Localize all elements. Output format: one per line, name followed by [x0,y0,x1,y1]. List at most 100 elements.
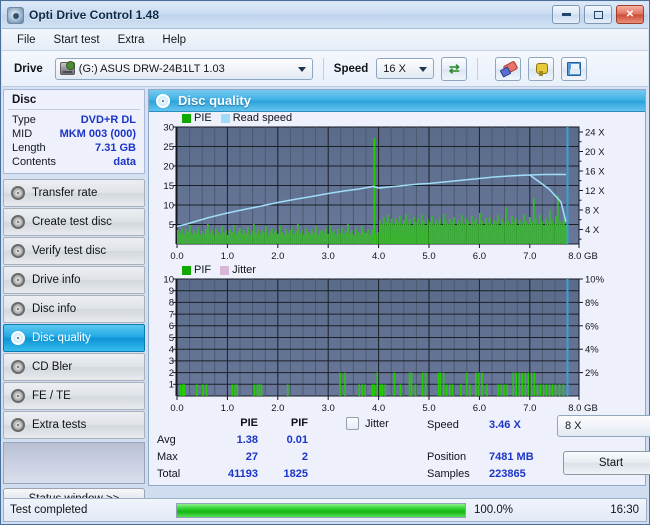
sidebar-item-fe-te[interactable]: FE / TE [3,382,145,410]
test-speed-value: 8 X [565,420,582,432]
stats-value-avg-pie: 1.38 [224,434,258,446]
sidebar-item-drive-info[interactable]: Drive info [3,266,145,294]
toolbar-divider-2 [477,58,478,80]
menu-item-file[interactable]: File [8,32,45,48]
speed-select[interactable]: 16 X [376,58,434,79]
svg-text:30: 30 [163,123,174,134]
svg-text:4%: 4% [585,345,599,356]
jitter-checkbox[interactable] [346,417,359,430]
menu-item-start-test[interactable]: Start test [45,32,109,48]
disc-quality-icon [156,94,170,108]
svg-text:8%: 8% [585,298,599,309]
legend-swatch-read-speed [221,114,230,123]
menu-item-extra[interactable]: Extra [109,32,154,48]
menu-bar: File Start test Extra Help [2,29,648,51]
disc-row-type: Type DVD+R DL [4,113,144,127]
disc-icon [11,360,25,374]
status-text: Test completed [4,504,176,516]
legend-swatch-pie [182,114,191,123]
stats-row-label-max: Max [157,451,178,463]
drive-label: Drive [14,63,43,75]
legend-entry-pie: PIE [182,112,212,124]
disc-icon [11,418,25,432]
disc-icon [11,331,25,345]
stats-value-max-pif: 2 [274,451,308,463]
start-button[interactable]: Start [563,451,650,475]
pif-chart-legend: PIF Jitter [182,264,256,276]
sidebar-item-label: CD Bler [32,361,72,373]
stats-value-max-pie: 27 [224,451,258,463]
refresh-button[interactable]: ⇄ [441,57,467,81]
svg-text:6: 6 [169,321,174,332]
sidebar-item-verify-test-disc[interactable]: Verify test disc [3,237,145,265]
disc-icon [11,389,25,403]
sidebar-item-extra-tests[interactable]: Extra tests [3,411,145,439]
minimize-button[interactable] [552,5,580,24]
save-button[interactable] [561,57,587,81]
save-icon [567,62,581,76]
optical-drive-icon [60,62,75,75]
sidebar-filler [3,442,145,484]
disc-icon [11,244,25,258]
svg-text:2: 2 [169,368,174,379]
svg-text:4: 4 [169,345,174,356]
svg-text:6.0: 6.0 [473,251,486,262]
disc-panel-divider [8,109,140,110]
disc-row-mid: MID MKM 003 (000) [4,127,144,141]
sidebar-item-disc-quality[interactable]: Disc quality [3,324,145,352]
sidebar-item-transfer-rate[interactable]: Transfer rate [3,179,145,207]
svg-text:0.0: 0.0 [170,251,183,262]
stats-speed-label: Speed [427,419,459,431]
sidebar-item-cd-bler[interactable]: CD Bler [3,353,145,381]
svg-text:2%: 2% [585,368,599,379]
sidebar-item-disc-info[interactable]: Disc info [3,295,145,323]
svg-text:4.0: 4.0 [372,251,385,262]
disc-quality-header: Disc quality [149,90,645,112]
settings-button[interactable] [528,57,554,81]
stats-value-total-pif: 1825 [267,468,308,480]
svg-text:3: 3 [169,356,174,367]
disc-icon [11,186,25,200]
status-bar: Test completed 100.0% 16:30 [3,498,647,522]
svg-text:3.0: 3.0 [322,251,335,262]
drive-select[interactable]: (G:) ASUS DRW-24B1LT 1.03 [55,58,313,80]
page-title: Disc quality [178,93,251,108]
clear-button[interactable] [495,57,521,81]
stats-samples-value: 223865 [489,468,547,480]
close-button[interactable]: ✕ [616,5,644,24]
legend-swatch-pif [182,266,191,275]
refresh-icon: ⇄ [449,62,460,75]
speed-select-value: 16 X [383,63,406,75]
test-speed-select[interactable]: 8 X [557,415,650,437]
pif-chart: PIF Jitter [149,264,645,416]
svg-text:5.0: 5.0 [422,251,435,262]
disc-value-type: DVD+R DL [81,114,136,126]
main-panel: Disc quality PIE Read speed [148,89,646,486]
disc-value-mid: MKM 003 (000) [60,128,136,140]
sidebar-item-label: Extra tests [32,419,86,431]
svg-text:2.0: 2.0 [271,251,284,262]
disc-key-type: Type [12,114,36,126]
sidebar-item-label: Disc quality [32,332,91,344]
sidebar-nav: Transfer rate Create test disc Verify te… [3,179,145,439]
svg-text:20 X: 20 X [585,147,605,158]
maximize-button[interactable] [584,5,612,24]
disc-value-contents: data [113,156,136,168]
stats-position-value: 7481 MB [489,451,547,463]
drive-select-value: (G:) ASUS DRW-24B1LT 1.03 [79,63,225,75]
stats-col-header-pie: PIE [224,417,258,429]
disc-panel-title: Disc [4,93,144,109]
sidebar-item-label: Verify test disc [32,245,106,257]
disc-value-length: 7.31 GB [95,142,136,154]
legend-entry-read-speed: Read speed [221,112,292,124]
sidebar-item-label: Drive info [32,274,81,286]
svg-text:16 X: 16 X [585,167,605,178]
close-icon: ✕ [626,10,634,20]
sidebar-item-create-test-disc[interactable]: Create test disc [3,208,145,236]
menu-item-help[interactable]: Help [153,32,195,48]
disc-key-length: Length [12,142,46,154]
legend-label-jitter: Jitter [232,264,256,276]
svg-text:5: 5 [169,220,174,231]
plug-icon [534,62,548,76]
app-icon [7,7,24,24]
